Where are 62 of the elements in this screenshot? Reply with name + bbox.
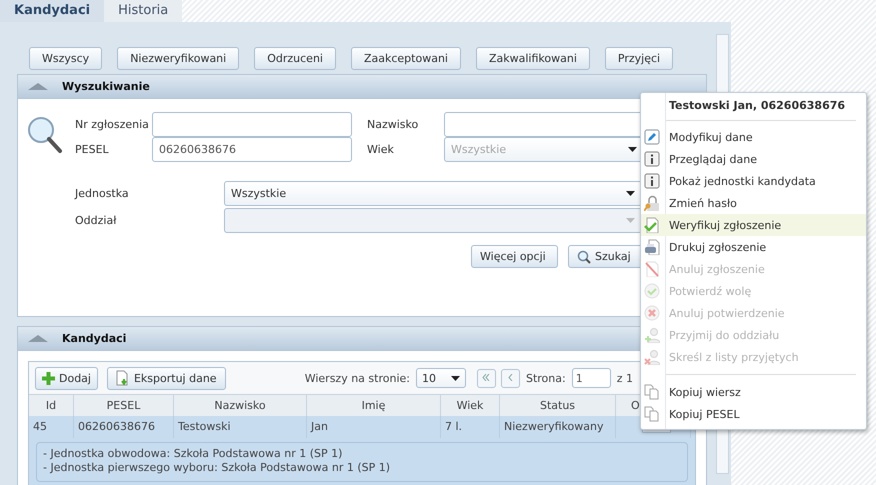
page-total: z 1	[616, 372, 633, 384]
more-options-button[interactable]: Więcej opcji	[471, 245, 558, 268]
panel-title: Kandydaci	[62, 332, 126, 345]
menu-item[interactable]: Przeglądaj dane	[641, 148, 866, 170]
field-label: Jednostka	[75, 187, 130, 200]
previous-page-button[interactable]	[500, 368, 520, 388]
field-label: Nazwisko	[367, 118, 420, 131]
caret-icon	[450, 376, 460, 380]
field-label: Nr zgłoszenia	[75, 118, 150, 131]
export-button[interactable]: Eksportuj dane	[106, 366, 226, 390]
double-chevron-icon	[482, 374, 490, 380]
menu-item[interactable]: Zmień hasło	[641, 192, 866, 214]
printer-icon	[644, 239, 660, 255]
filter-button[interactable]: Zaakceptowani	[350, 47, 461, 70]
plus-icon	[42, 372, 55, 384]
collapse-icon[interactable]	[28, 83, 48, 90]
filter-button[interactable]: Odrzuceni	[254, 47, 336, 70]
menu-item[interactable]: Weryfikuj zgłoszenie	[641, 214, 866, 236]
tab[interactable]: Historia	[104, 0, 182, 22]
add-button[interactable]: Dodaj	[35, 366, 98, 390]
menu-item[interactable]: Modyfikuj dane	[641, 126, 866, 148]
tab[interactable]: Kandydaci	[0, 0, 104, 22]
first-page-button[interactable]	[476, 368, 496, 388]
padlock-key-icon	[644, 195, 660, 211]
info-icon	[644, 151, 660, 167]
text-field[interactable]: 06260638676	[152, 137, 352, 162]
copy-icon	[644, 406, 660, 422]
filter-button[interactable]: Niezweryfikowani	[117, 47, 240, 70]
rows-per-page-dropdown[interactable]: 10	[416, 368, 466, 388]
copy-icon	[644, 384, 660, 400]
detail-line: - Jednostka pierwszego wyboru: Szkoła Podstawowa nr 1 (SP 1)	[43, 461, 392, 475]
menu-item[interactable]: Pokaż jednostki kandydata	[641, 170, 866, 192]
filter-button[interactable]: Zakwalifikowani	[476, 47, 590, 70]
page-field[interactable]: 1	[572, 368, 611, 388]
search-icon	[577, 250, 591, 264]
info-icon	[644, 173, 660, 189]
dropdown[interactable]: Wszystkie	[224, 181, 642, 206]
document-download-icon	[116, 370, 130, 386]
panel-title: Wyszukiwanie	[62, 80, 150, 93]
filter-button[interactable]: Wszyscy	[29, 47, 102, 70]
filter-button[interactable]: Przyjęci	[604, 47, 674, 70]
menu-item[interactable]: Kopiuj wiersz	[641, 381, 866, 403]
chevron-icon	[508, 374, 513, 380]
detail-line: - Jednostka obwodowa: Szkoła Podstawowa nr 1 (SP 1)	[43, 447, 344, 461]
check-circle-icon	[644, 283, 660, 299]
field-label: Wiek	[367, 143, 395, 156]
field-label: PESEL	[75, 143, 110, 156]
text-field[interactable]	[152, 112, 352, 137]
caret-icon	[626, 218, 635, 223]
field-label: Oddział	[75, 214, 118, 227]
document-check-icon	[644, 217, 660, 233]
document-strike-icon	[644, 261, 660, 277]
cross-circle-icon	[644, 305, 660, 321]
user-remove-icon	[644, 349, 660, 365]
menu-title: Testowski Jan, 06260638676	[666, 95, 856, 121]
caret-icon	[628, 147, 637, 152]
collapse-icon[interactable]	[28, 335, 48, 342]
caret-icon	[626, 191, 635, 196]
pencil-icon	[644, 129, 660, 145]
rows-per-page-label: Wierszy na stronie:	[304, 372, 410, 384]
page-label: Strona:	[526, 372, 566, 384]
user-add-icon	[644, 327, 660, 343]
